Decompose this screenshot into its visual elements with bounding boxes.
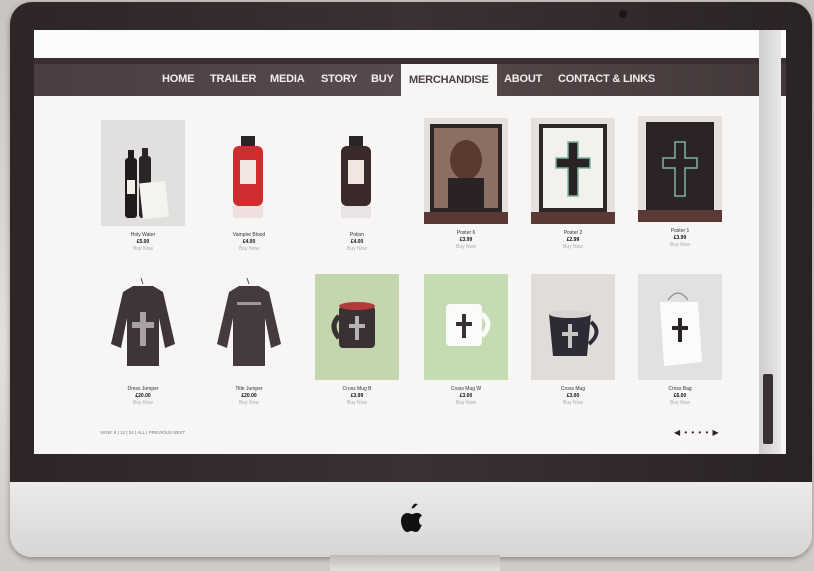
poster-1-image	[638, 116, 722, 222]
nav-home[interactable]: HOME	[162, 73, 194, 85]
buy-now-link[interactable]: Buy Now	[531, 400, 615, 406]
browser-top-strip	[34, 30, 786, 58]
vampire-blood-image	[207, 120, 291, 226]
nav-buy[interactable]: BUY	[371, 73, 395, 85]
buy-now-link[interactable]: Buy Now	[101, 400, 185, 406]
buy-now-link[interactable]: Buy Now	[638, 242, 722, 248]
buy-now-link[interactable]: Buy Now	[207, 246, 291, 252]
potion-image	[315, 120, 399, 226]
product-price: £3.00	[566, 393, 580, 399]
title-jumper-image	[207, 274, 291, 380]
product-price: £3.99	[350, 393, 364, 399]
buy-now-link[interactable]: Buy Now	[315, 246, 399, 252]
buy-now-link[interactable]: Buy Now	[315, 400, 399, 406]
product-name: Title Jumper	[235, 386, 263, 392]
product-name: Cross Mug W	[450, 386, 482, 392]
product-name: Poster 1	[670, 228, 690, 234]
product-price: £2.99	[566, 237, 580, 243]
main-nav: HOME TRAILER MEDIA STORY BUY MERCHANDISE…	[34, 64, 786, 96]
cross-mug-w-image	[424, 274, 508, 380]
product-price: £3.99	[673, 235, 687, 241]
product-name: Holy Water	[130, 232, 156, 238]
product-price: £6.00	[673, 393, 687, 399]
product-price: £5.00	[136, 239, 150, 245]
product-name: Vampire Blood	[232, 232, 266, 238]
product-name: Poster 2	[563, 230, 583, 236]
scrollbar-thumb[interactable]	[763, 374, 773, 444]
product-name: Cross Bag	[668, 386, 692, 392]
product-name: Potion	[349, 232, 365, 238]
nav-contact-links[interactable]: CONTACT & LINKS	[558, 73, 655, 85]
holy-water-image	[101, 120, 185, 226]
dress-jumper-image	[101, 274, 185, 380]
nav-trailer[interactable]: TRAILER	[210, 73, 256, 85]
screen: HOME TRAILER MEDIA STORY BUY MERCHANDISE…	[34, 30, 786, 454]
product-price: £3.99	[459, 237, 473, 243]
product-price: £4.00	[350, 239, 364, 245]
buy-now-link[interactable]: Buy Now	[207, 400, 291, 406]
nav-merchandise[interactable]: MERCHANDISE	[401, 64, 497, 96]
apple-logo-icon	[401, 503, 422, 532]
cross-mug-image	[531, 274, 615, 380]
product-price: £3.00	[459, 393, 473, 399]
nav-media[interactable]: MEDIA	[270, 73, 305, 85]
view-options[interactable]: VIEW: 6 | 12 | 24 | ALL | PREVIOUS NEXT	[100, 430, 185, 435]
product-price: £20.00	[135, 393, 151, 399]
cross-bag-image	[638, 274, 722, 380]
buy-now-link[interactable]: Buy Now	[424, 400, 508, 406]
buy-now-link[interactable]: Buy Now	[101, 246, 185, 252]
product-price: £4.00	[242, 239, 256, 245]
imac-stand	[330, 555, 500, 571]
pagination[interactable]: ◀ • • • • ▶	[674, 428, 720, 437]
poster-6-image	[424, 118, 508, 224]
nav-story[interactable]: STORY	[321, 73, 357, 85]
product-price: £20.00	[241, 393, 257, 399]
cross-mug-b-image	[315, 274, 399, 380]
poster-2-image	[531, 118, 615, 224]
nav-about[interactable]: ABOUT	[504, 73, 542, 85]
camera-icon	[619, 10, 627, 18]
product-name: Cross Mug B	[342, 386, 372, 392]
buy-now-link[interactable]: Buy Now	[638, 400, 722, 406]
product-name: Dress Jumper	[127, 386, 159, 392]
product-name: Cross Mug	[560, 386, 586, 392]
buy-now-link[interactable]: Buy Now	[531, 244, 615, 250]
buy-now-link[interactable]: Buy Now	[424, 244, 508, 250]
product-name: Poster 6	[456, 230, 476, 236]
